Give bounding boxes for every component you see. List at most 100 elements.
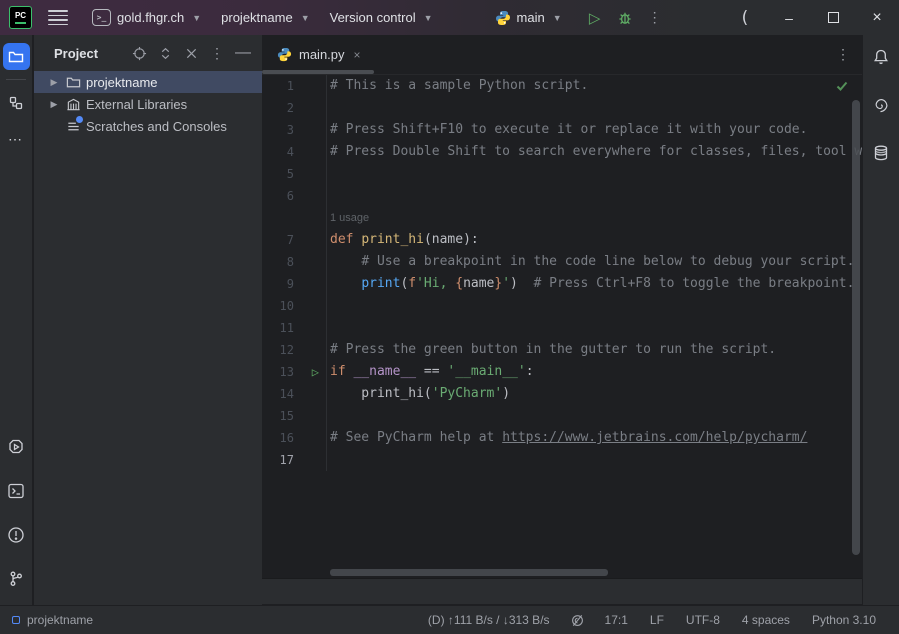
maximize-button[interactable] bbox=[811, 0, 855, 35]
code-line[interactable]: 14 print_hi('PyCharm') bbox=[262, 383, 862, 405]
gutter[interactable]: 16 bbox=[262, 427, 327, 449]
panel-options-button[interactable]: ⋮ bbox=[206, 42, 228, 64]
gutter[interactable]: 9 bbox=[262, 273, 327, 295]
gutter[interactable]: 15 bbox=[262, 405, 327, 427]
code-line[interactable]: 3# Press Shift+F10 to execute it or repl… bbox=[262, 119, 862, 141]
caret-position-widget[interactable]: 17:1 bbox=[594, 613, 639, 627]
gutter[interactable]: 7 bbox=[262, 229, 327, 251]
minimize-button[interactable]: – bbox=[767, 0, 811, 35]
locate-file-button[interactable] bbox=[128, 42, 150, 64]
inspection-ok-icon[interactable] bbox=[835, 79, 849, 93]
terminal-tool-button[interactable] bbox=[3, 477, 30, 504]
services-tool-button[interactable] bbox=[3, 433, 30, 460]
code-text bbox=[327, 97, 862, 119]
editor-options-button[interactable]: ⋮ bbox=[836, 46, 850, 63]
structure-tool-button[interactable] bbox=[3, 89, 30, 116]
gutter[interactable]: 11 bbox=[262, 317, 327, 339]
code-line[interactable]: 2 bbox=[262, 97, 862, 119]
run-button[interactable]: ▷ bbox=[580, 3, 610, 33]
gutter[interactable]: 8 bbox=[262, 251, 327, 273]
horizontal-scrollbar[interactable] bbox=[330, 569, 608, 576]
gutter[interactable]: 1 bbox=[262, 75, 327, 97]
code-line[interactable]: 15 bbox=[262, 405, 862, 427]
usage-inlay-hint[interactable]: 1 usage bbox=[327, 207, 369, 229]
code-line[interactable]: 4# Press Double Shift to search everywhe… bbox=[262, 141, 862, 163]
tab-strip-scrollbar[interactable] bbox=[262, 70, 374, 74]
gutter[interactable]: 5 bbox=[262, 163, 327, 185]
tab-main-py[interactable]: main.py × bbox=[262, 35, 371, 74]
chevron-right-icon[interactable]: ▶ bbox=[48, 77, 60, 88]
bug-icon bbox=[617, 10, 633, 26]
vcs-widget[interactable]: Version control ▼ bbox=[320, 0, 443, 35]
code-editor[interactable]: 1# This is a sample Python script.23# Pr… bbox=[262, 75, 862, 578]
line-separator-widget[interactable]: LF bbox=[639, 613, 675, 627]
code-line[interactable]: 9 print(f'Hi, {name}') # Press Ctrl+F8 t… bbox=[262, 273, 862, 295]
vertical-scrollbar[interactable] bbox=[852, 100, 860, 555]
code-line[interactable]: 12# Press the green button in the gutter… bbox=[262, 339, 862, 361]
tab-close-icon[interactable]: × bbox=[354, 48, 361, 62]
gutter[interactable]: 14 bbox=[262, 383, 327, 405]
gutter[interactable]: 12 bbox=[262, 339, 327, 361]
expand-collapse-button[interactable] bbox=[154, 42, 176, 64]
vcs-widget-label: Version control bbox=[330, 10, 416, 25]
notifications-button[interactable] bbox=[868, 43, 895, 70]
tree-item-label: Scratches and Consoles bbox=[86, 119, 227, 134]
chevron-down-icon: ▼ bbox=[192, 13, 201, 23]
debug-button[interactable] bbox=[610, 3, 640, 33]
network-speed-widget[interactable]: (D) ↑111 B/s / ↓313 B/s bbox=[417, 613, 561, 627]
gutter[interactable]: 3 bbox=[262, 119, 327, 141]
run-configuration-selector[interactable]: main ▼ bbox=[485, 0, 572, 35]
code-text: print(f'Hi, {name}') # Press Ctrl+F8 to … bbox=[327, 273, 862, 295]
gutter[interactable]: 4 bbox=[262, 141, 327, 163]
module-selector[interactable]: projektname ▼ bbox=[211, 0, 319, 35]
kebab-icon: ⋮ bbox=[210, 45, 224, 62]
status-project-widget[interactable]: projektname bbox=[12, 613, 93, 627]
chevron-down-icon: ▼ bbox=[301, 13, 310, 23]
gutter[interactable]: 13▷ bbox=[262, 361, 327, 383]
code-line[interactable]: 1# This is a sample Python script. bbox=[262, 75, 862, 97]
encoding-widget[interactable]: UTF-8 bbox=[675, 613, 731, 627]
gutter[interactable]: 10 bbox=[262, 295, 327, 317]
hide-panel-button[interactable]: — bbox=[232, 42, 254, 64]
code-text: # Press Shift+F10 to execute it or repla… bbox=[327, 119, 862, 141]
collapse-all-button[interactable] bbox=[180, 42, 202, 64]
code-line[interactable]: 10 bbox=[262, 295, 862, 317]
code-line[interactable]: 5 bbox=[262, 163, 862, 185]
database-button[interactable] bbox=[868, 139, 895, 166]
version-control-tool-button[interactable] bbox=[3, 565, 30, 592]
more-actions-button[interactable]: ⋮ bbox=[640, 3, 670, 33]
pycharm-window: PC >_ gold.fhgr.ch ▼ projektname ▼ Versi… bbox=[0, 0, 899, 634]
gutter[interactable]: 6 bbox=[262, 185, 327, 207]
scratches-icon bbox=[65, 118, 81, 134]
tree-item-scratches[interactable]: Scratches and Consoles bbox=[34, 115, 262, 137]
code-line[interactable]: 7def print_hi(name): bbox=[262, 229, 862, 251]
project-panel-title: Project bbox=[54, 46, 98, 61]
ai-assistant-button[interactable] bbox=[868, 91, 895, 118]
highlighting-level-widget[interactable] bbox=[561, 613, 594, 628]
indent-widget[interactable]: 4 spaces bbox=[731, 613, 801, 627]
interpreter-widget[interactable]: Python 3.10 bbox=[801, 613, 887, 627]
tool-window-layout-button[interactable]: ( bbox=[723, 0, 767, 35]
main-menu-button[interactable] bbox=[48, 10, 68, 25]
chevron-right-icon[interactable]: ▶ bbox=[48, 99, 60, 110]
tree-item-projektname[interactable]: ▶ projektname bbox=[34, 71, 262, 93]
code-inlay-row[interactable]: 1 usage bbox=[262, 207, 862, 229]
gutter[interactable]: 17 bbox=[262, 449, 327, 471]
more-tool-windows-button[interactable]: ⋯ bbox=[3, 126, 30, 153]
window-controls: ( – × bbox=[723, 0, 899, 35]
code-line[interactable]: 8 # Use a breakpoint in the code line be… bbox=[262, 251, 862, 273]
run-line-icon[interactable]: ▷ bbox=[312, 361, 319, 383]
code-line[interactable]: 16# See PyCharm help at https://www.jetb… bbox=[262, 427, 862, 449]
close-button[interactable]: × bbox=[855, 0, 899, 35]
project-tool-button[interactable] bbox=[3, 43, 30, 70]
tree-item-external-libraries[interactable]: ▶ External Libraries bbox=[34, 93, 262, 115]
code-line[interactable]: 13▷if __name__ == '__main__': bbox=[262, 361, 862, 383]
code-line[interactable]: 6 bbox=[262, 185, 862, 207]
gutter[interactable]: 2 bbox=[262, 97, 327, 119]
code-line[interactable]: 11 bbox=[262, 317, 862, 339]
gutter[interactable] bbox=[262, 207, 327, 229]
code-line[interactable]: 17 bbox=[262, 449, 862, 471]
problems-tool-button[interactable] bbox=[3, 521, 30, 548]
chevron-down-icon: ▼ bbox=[553, 13, 562, 23]
project-selector[interactable]: >_ gold.fhgr.ch ▼ bbox=[82, 0, 211, 35]
